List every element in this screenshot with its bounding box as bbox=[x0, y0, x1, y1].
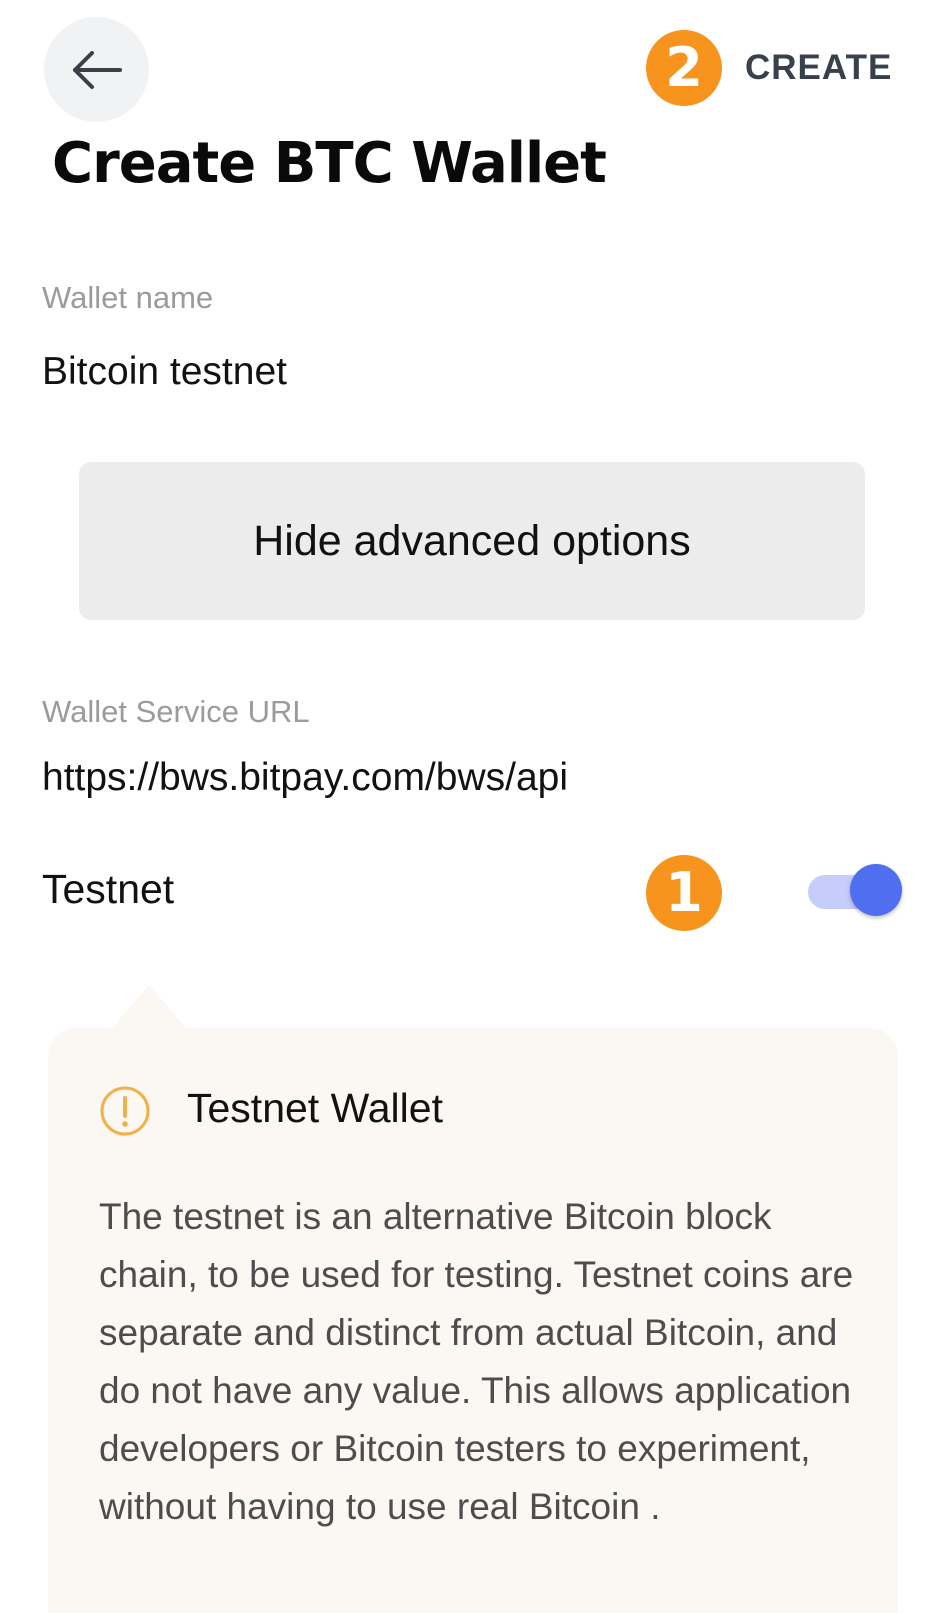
toggle-knob bbox=[850, 864, 902, 916]
info-title: Testnet Wallet bbox=[187, 1085, 443, 1131]
info-callout-pointer bbox=[111, 985, 187, 1029]
wallet-service-url-field[interactable]: https://bws.bitpay.com/bws/api bbox=[42, 756, 568, 800]
wallet-service-url-label: Wallet Service URL bbox=[42, 694, 310, 729]
page-title: Create BTC Wallet bbox=[52, 131, 607, 196]
info-body: The testnet is an alternative Bitcoin bl… bbox=[99, 1196, 854, 1527]
wallet-name-field[interactable]: Bitcoin testnet bbox=[42, 350, 287, 394]
wallet-name-label: Wallet name bbox=[42, 280, 214, 315]
step-badge-create: 2 bbox=[646, 30, 722, 106]
testnet-label: Testnet bbox=[42, 866, 175, 912]
hide-advanced-options-button[interactable]: Hide advanced options bbox=[79, 462, 865, 620]
warning-circle-icon bbox=[100, 1086, 150, 1136]
create-button[interactable]: CREATE bbox=[745, 48, 892, 88]
arrow-left-icon bbox=[72, 50, 122, 89]
back-button[interactable] bbox=[44, 17, 149, 122]
step-badge-testnet: 1 bbox=[646, 855, 722, 931]
testnet-toggle[interactable] bbox=[808, 860, 904, 920]
